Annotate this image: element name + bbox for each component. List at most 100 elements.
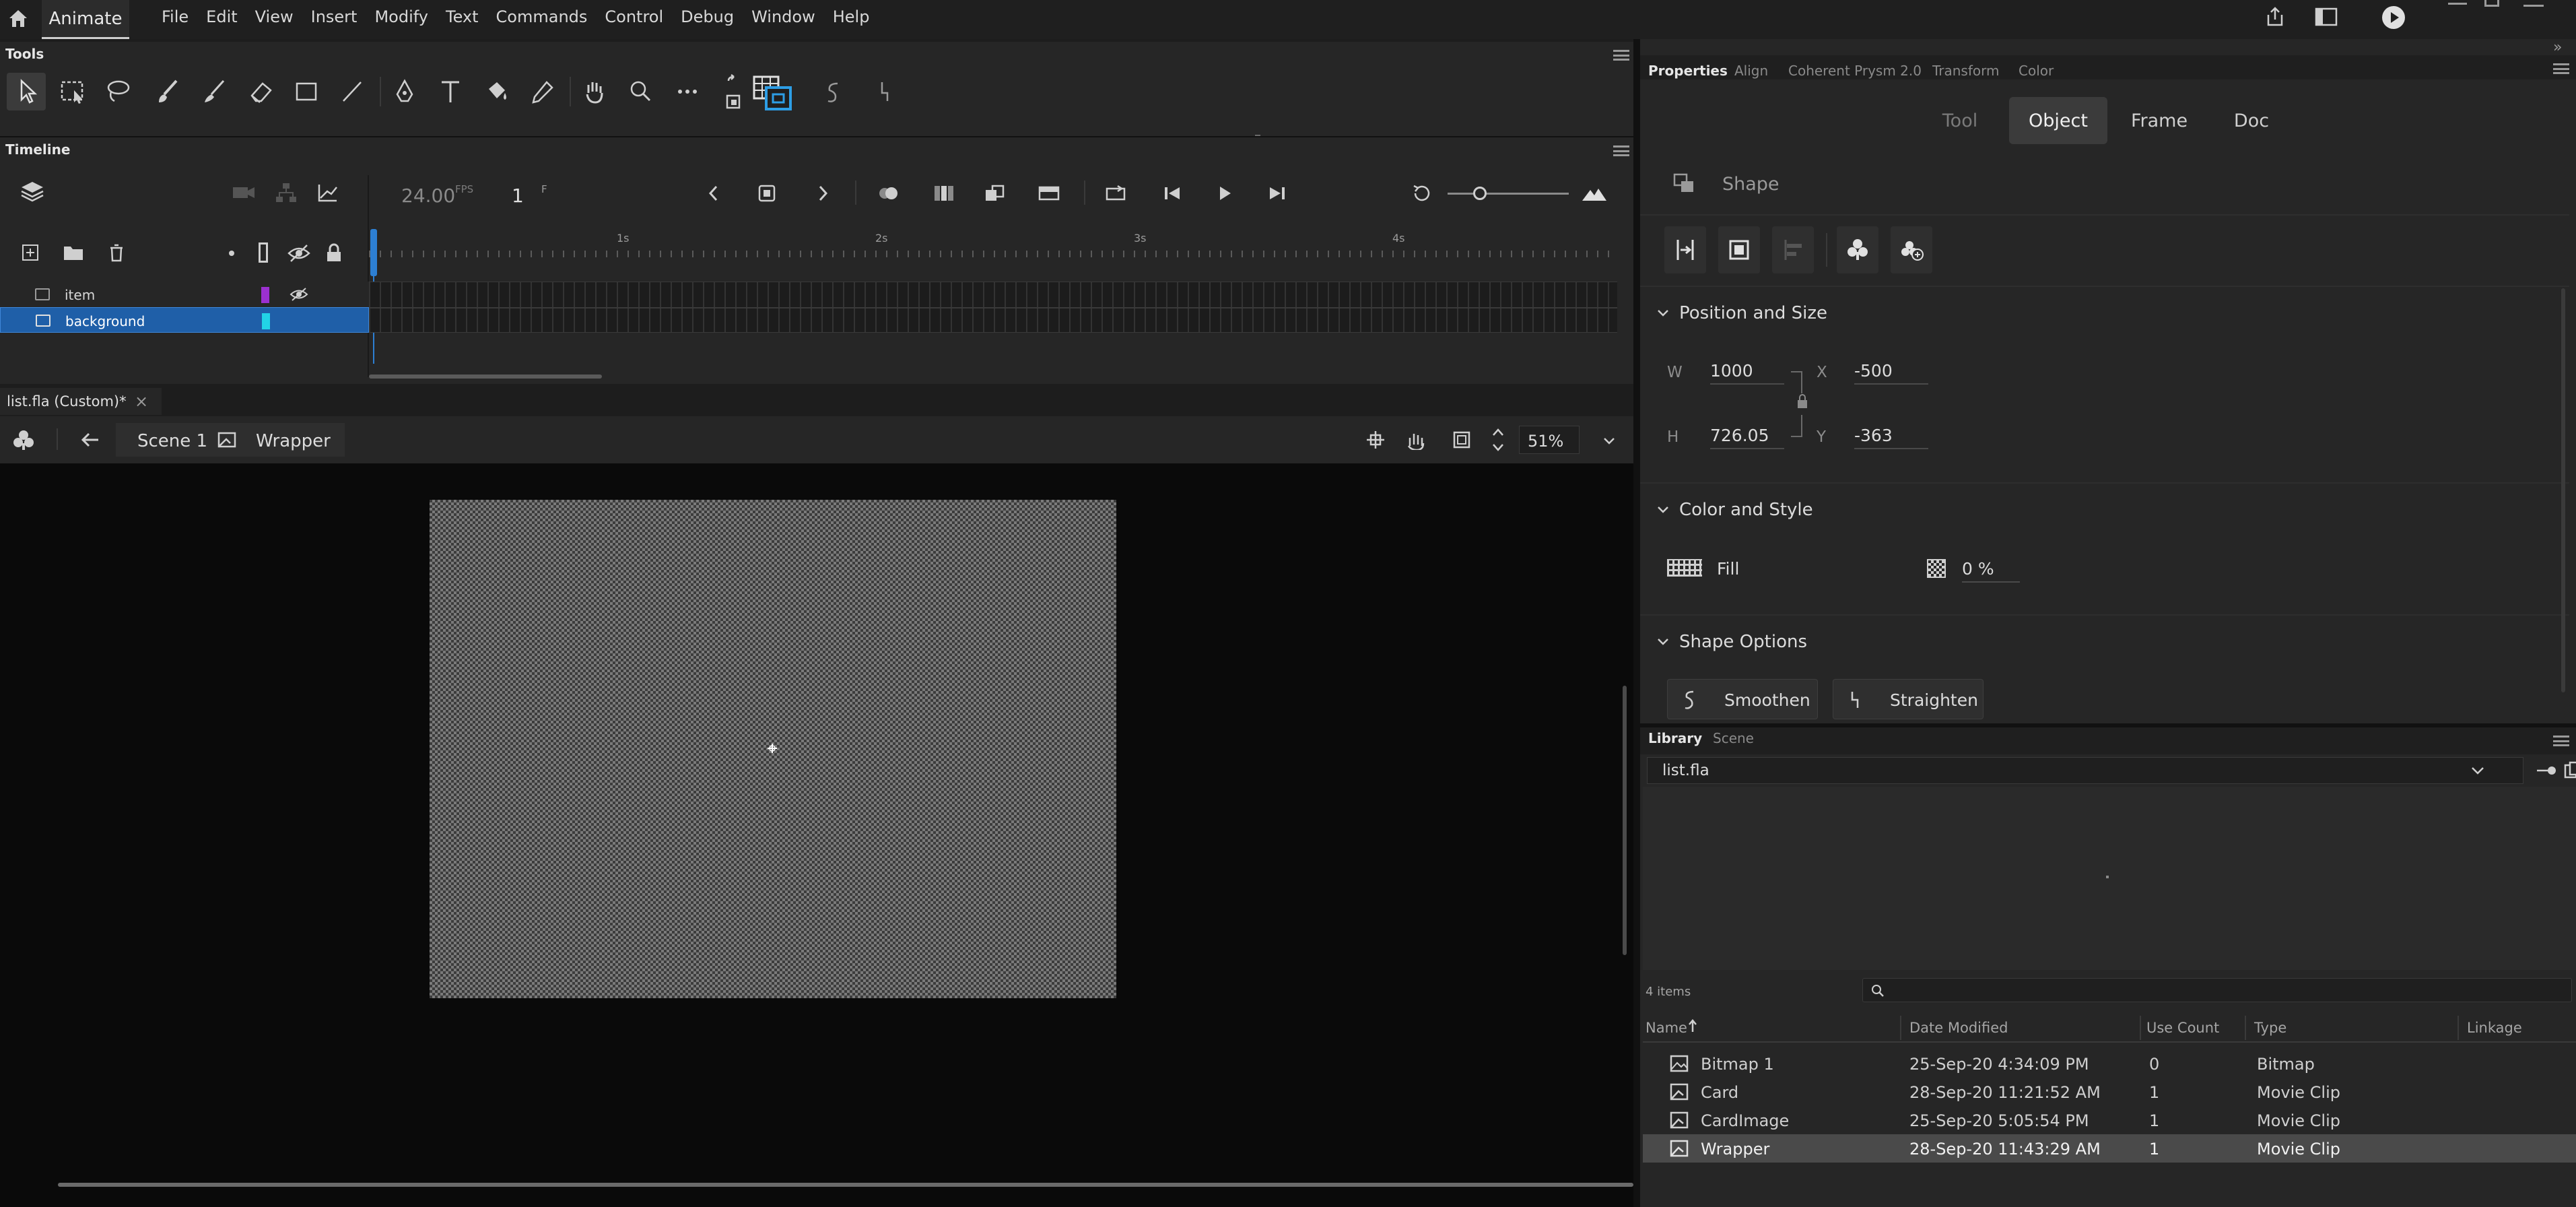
restore-icon[interactable] [2484, 0, 2499, 7]
mode-frame-button[interactable]: Frame [2129, 97, 2190, 144]
center-stage-icon[interactable] [1365, 430, 1386, 450]
zoom-tool-icon[interactable] [625, 77, 656, 106]
position-size-header[interactable]: Position and Size [1656, 303, 1827, 323]
layer-color-swatch[interactable] [262, 313, 270, 329]
panel-divider[interactable] [1633, 39, 1640, 1207]
document-tab[interactable]: list.fla (Custom)* × [0, 388, 162, 415]
menu-control[interactable]: Control [605, 7, 663, 26]
timeline-zoom-handle[interactable] [1473, 187, 1487, 200]
selection-tool-icon[interactable] [7, 73, 46, 110]
text-tool-icon[interactable] [435, 77, 466, 106]
onion-skin-outlines-icon[interactable] [932, 183, 956, 203]
layer-name[interactable]: item [65, 287, 95, 303]
layers-icon[interactable] [19, 179, 46, 203]
tab-align[interactable]: Align [1734, 63, 1768, 79]
group-button[interactable] [1718, 226, 1760, 273]
col-linkage[interactable]: Linkage [2467, 1020, 2522, 1036]
mode-tool-button[interactable]: Tool [1936, 97, 1984, 144]
menu-commands[interactable]: Commands [496, 7, 588, 26]
minimize-icon[interactable] [2448, 3, 2467, 5]
stage-canvas[interactable] [430, 500, 1116, 998]
highlight-layers-icon[interactable] [229, 251, 234, 256]
playhead[interactable] [370, 229, 377, 276]
loop-icon[interactable] [1104, 183, 1128, 203]
brush-tool-icon[interactable] [199, 77, 230, 106]
play-icon[interactable] [1215, 183, 1235, 203]
pin-library-icon[interactable] [2536, 762, 2557, 779]
new-layer-icon[interactable] [20, 242, 40, 263]
insert-keyframe-icon[interactable] [757, 183, 777, 203]
straighten-button[interactable]: Straighten [1833, 679, 1984, 719]
frame-view-icon[interactable] [1037, 183, 1061, 203]
properties-scrollbar[interactable] [2561, 288, 2565, 692]
frame-ruler[interactable]: 1s 2s 3s 4s [369, 229, 1617, 269]
sort-ascending-icon[interactable] [1687, 1018, 1698, 1033]
smooth-modifier-icon[interactable] [820, 78, 847, 105]
delete-layer-icon[interactable] [106, 242, 127, 263]
width-field[interactable]: 1000 [1710, 361, 1784, 385]
menu-file[interactable]: File [162, 7, 189, 26]
properties-panel-menu-icon[interactable] [2553, 63, 2569, 74]
prev-keyframe-icon[interactable] [706, 183, 722, 203]
straighten-modifier-icon[interactable] [869, 78, 895, 105]
y-field[interactable]: -363 [1854, 426, 1928, 449]
next-keyframe-icon[interactable] [815, 183, 831, 203]
expand-panels-icon[interactable]: » [2553, 39, 2562, 56]
step-back-icon[interactable] [1161, 183, 1184, 203]
stroke-fill-color-icon[interactable] [751, 74, 796, 113]
tab-color[interactable]: Color [2019, 63, 2054, 79]
smoothen-button[interactable]: Smoothen [1667, 679, 1818, 719]
layer-row-background[interactable]: background [0, 307, 369, 333]
library-row-selected[interactable]: Wrapper 28-Sep-20 11:43:29 AM 1 Movie Cl… [1643, 1134, 2576, 1163]
col-type[interactable]: Type [2254, 1020, 2286, 1036]
close-tab-icon[interactable]: × [135, 392, 148, 411]
pen-tool-icon[interactable] [389, 77, 420, 106]
home-icon[interactable] [7, 7, 30, 30]
menu-edit[interactable]: Edit [206, 7, 237, 26]
color-style-header[interactable]: Color and Style [1656, 500, 1813, 520]
mode-object-button[interactable]: Object [2009, 97, 2107, 144]
fit-timeline-icon[interactable] [1581, 185, 1608, 203]
zoom-stepper[interactable] [1491, 424, 1505, 455]
break-apart-button[interactable] [1664, 226, 1706, 273]
menu-text[interactable]: Text [446, 7, 479, 26]
current-frame[interactable]: 1 [512, 185, 524, 207]
menu-modify[interactable]: Modify [374, 7, 428, 26]
x-field[interactable]: -500 [1854, 361, 1928, 385]
menu-help[interactable]: Help [833, 7, 870, 26]
zoom-dropdown-icon[interactable] [1602, 436, 1616, 446]
menu-view[interactable]: View [255, 7, 294, 26]
lock-layers-icon[interactable] [325, 242, 343, 263]
line-tool-icon[interactable] [337, 77, 368, 106]
col-use-count[interactable]: Use Count [2146, 1020, 2219, 1036]
add-to-library-button[interactable] [1891, 226, 1932, 273]
back-arrow-icon[interactable] [79, 431, 101, 449]
tab-scene[interactable]: Scene [1713, 730, 1754, 746]
hide-layers-icon[interactable] [287, 244, 311, 263]
layer-color-swatch[interactable] [261, 287, 269, 303]
menu-window[interactable]: Window [751, 7, 815, 26]
stage-vscrollbar[interactable] [1623, 686, 1627, 955]
share-icon[interactable] [2264, 5, 2286, 28]
tab-coherent-prysm[interactable]: Coherent Prysm 2.0 [1788, 63, 1922, 79]
timeline-panel-menu-icon[interactable] [1613, 145, 1629, 156]
onion-skin-icon[interactable] [875, 183, 902, 203]
convert-to-symbol-button[interactable] [1837, 226, 1878, 273]
col-date-modified[interactable]: Date Modified [1909, 1020, 2008, 1036]
library-panel-menu-icon[interactable] [2553, 736, 2569, 746]
eyedropper-tool-icon[interactable] [527, 77, 557, 106]
lasso-tool-icon[interactable] [102, 77, 133, 106]
tab-properties[interactable]: Properties [1648, 63, 1728, 79]
col-name[interactable]: Name [1646, 1020, 1687, 1036]
workspace-layout-icon[interactable] [2315, 7, 2338, 27]
library-row[interactable]: Card 28-Sep-20 11:21:52 AM 1 Movie Clip [1643, 1078, 2576, 1106]
edit-multiple-frames-icon[interactable] [983, 183, 1007, 203]
fps-value[interactable]: 24.00 [401, 185, 455, 207]
more-tools-icon[interactable] [672, 77, 703, 106]
paint-bucket-tool-icon[interactable] [481, 77, 512, 106]
rotate-stage-icon[interactable] [1404, 430, 1427, 450]
breadcrumb-symbol[interactable]: Wrapper [256, 431, 331, 451]
library-search[interactable] [1862, 978, 2572, 1002]
breadcrumb-scene[interactable]: Scene 1 [137, 431, 207, 451]
menu-debug[interactable]: Debug [681, 7, 734, 26]
